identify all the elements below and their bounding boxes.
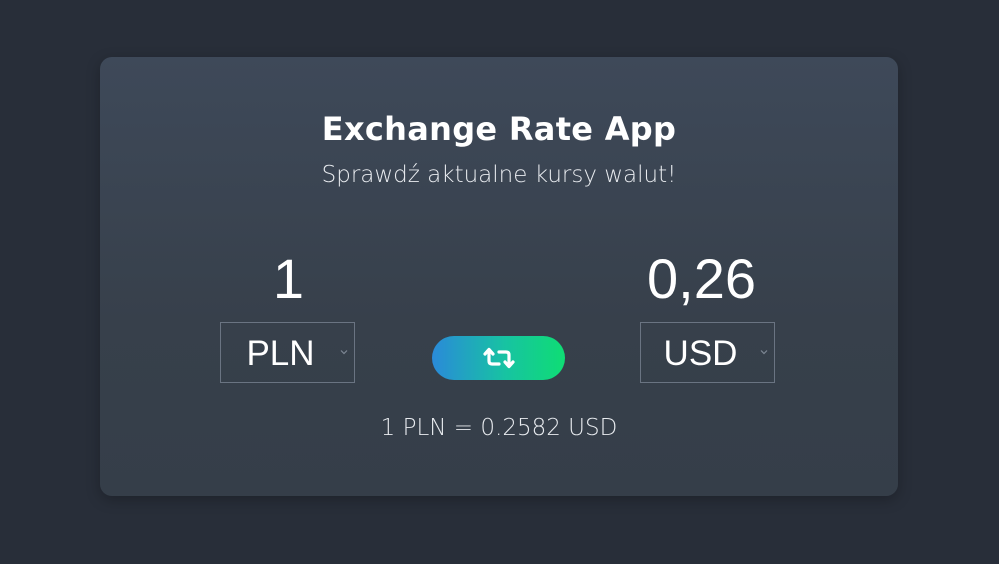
from-currency-select[interactable]: PLN (220, 322, 355, 383)
to-currency-select[interactable]: USD (640, 322, 775, 383)
app-title: Exchange Rate App (321, 110, 677, 148)
exchange-card: Exchange Rate App Sprawdź aktualne kursy… (100, 57, 898, 496)
to-amount: 0,26 (647, 247, 756, 310)
from-currency-value: PLN (246, 334, 315, 373)
swap-arrows-icon (482, 347, 515, 369)
chevron-down-icon (760, 350, 768, 355)
from-amount: 1 (272, 247, 305, 310)
app-subtitle: Sprawdź aktualne kursy walut! (321, 162, 677, 188)
to-currency-value: USD (663, 334, 738, 373)
exchange-rate-text: 1 PLN = 0.2582 USD (380, 415, 618, 441)
chevron-down-icon (340, 350, 348, 355)
swap-currencies-button[interactable] (432, 336, 565, 380)
